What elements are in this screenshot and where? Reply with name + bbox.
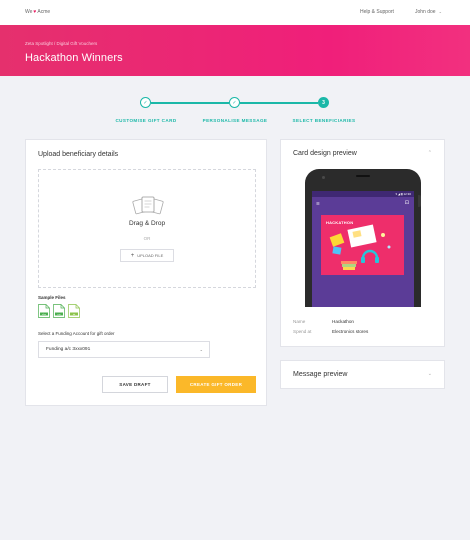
step-3-marker[interactable]: 3 (318, 97, 329, 108)
drag-drop-text: Drag & Drop (128, 220, 166, 227)
chevron-down-icon: ⌄ (438, 8, 442, 14)
spend-at-value: Electronics stores (332, 329, 369, 334)
breadcrumb[interactable]: Zeta Spotlight / Digital Gift Vouchers (25, 41, 97, 46)
phone-side-button (418, 195, 421, 207)
card-design-preview-panel: Card design preview ⌃ ▾ ◢ ▮ 12:30 ☰ ⊡ HA… (280, 139, 445, 347)
brand-logo[interactable]: We ♥ Acme (25, 9, 50, 15)
phone-speaker (356, 175, 370, 177)
message-preview-title: Message preview (293, 371, 348, 378)
brand-name: Acme (37, 9, 51, 15)
chevron-up-icon[interactable]: ⌃ (428, 150, 432, 156)
create-gift-order-button[interactable]: CREATE GIFT ORDER (176, 376, 256, 393)
top-bar: We ♥ Acme Help & Support John doe ⌄ (0, 0, 470, 25)
funding-account-select[interactable]: Funding a/c 3xxx091 ⌄ (38, 341, 210, 358)
phone-screen: ▾ ◢ ▮ 12:30 ☰ ⊡ HACKATHON (312, 191, 414, 307)
step-2-check-icon[interactable]: ✓ (229, 97, 240, 108)
progress-stepper: ✓ ✓ 3 CUSTOMISE GIFT CARD PERSONALISE ME… (0, 95, 470, 125)
plus-icon: + (130, 252, 135, 259)
hero-banner: Zeta Spotlight / Digital Gift Vouchers H… (0, 25, 470, 76)
step-1-check-icon[interactable]: ✓ (140, 97, 151, 108)
documents-icon (132, 196, 164, 215)
sample-file-xlsx-icon[interactable]: xlsx (38, 304, 50, 318)
phone-mockup: ▾ ◢ ▮ 12:30 ☰ ⊡ HACKATHON (305, 169, 421, 307)
chevron-down-icon[interactable]: ⌄ (428, 371, 432, 377)
chevron-down-icon: ⌄ (199, 347, 203, 352)
file-dropzone[interactable]: Drag & Drop OR + UPLOAD FILE (38, 169, 256, 288)
funding-account-value: Funding a/c 3xxx091 (46, 347, 91, 352)
phone-screen-bottom (312, 275, 414, 307)
gift-card-preview: HACKATHON (321, 215, 404, 275)
step-connector (240, 102, 318, 104)
page-title: Hackathon Winners (25, 52, 123, 64)
brand-prefix: We (25, 9, 33, 15)
sample-file-ext: txt (73, 313, 76, 316)
help-support-link[interactable]: Help & Support (360, 9, 394, 15)
card-name-value: Hackathon (332, 319, 354, 324)
step-connector (151, 102, 229, 104)
upload-card-title: Upload beneficiary details (38, 151, 119, 158)
upload-file-button[interactable]: + UPLOAD FILE (120, 249, 174, 262)
step-3-label[interactable]: SELECT BENEFICIARIES (293, 118, 356, 123)
upload-file-label: UPLOAD FILE (137, 253, 164, 258)
phone-camera-icon (322, 176, 325, 179)
step-2-label[interactable]: PERSONALISE MESSAGE (203, 118, 268, 123)
sample-file-txt-icon[interactable]: txt (68, 304, 80, 318)
card-name-label: Name (293, 319, 306, 324)
step-1-label[interactable]: CUSTOMISE GIFT CARD (115, 118, 176, 123)
user-name: John doe (415, 9, 436, 15)
user-menu[interactable]: John doe ⌄ (415, 8, 442, 16)
save-draft-button[interactable]: SAVE DRAFT (102, 376, 168, 393)
funding-account-label: Select a Funding Account for gift order (38, 331, 115, 336)
hackathon-illustration (329, 224, 391, 270)
sample-file-csv-icon[interactable]: csv (53, 304, 65, 318)
card-preview-title: Card design preview (293, 150, 357, 157)
sample-files-label: Sample Files (38, 295, 66, 300)
phone-app-bar: ☰ ⊡ (312, 197, 414, 211)
or-divider: OR (143, 236, 151, 241)
gift-icon: ⊡ (404, 200, 409, 206)
upload-beneficiary-card: Upload beneficiary details Drag & Drop O… (25, 139, 267, 406)
message-preview-panel[interactable]: Message preview ⌄ (280, 360, 445, 389)
spend-at-label: Spend at (293, 329, 312, 334)
heart-icon: ♥ (33, 9, 37, 15)
menu-icon: ☰ (316, 201, 320, 206)
